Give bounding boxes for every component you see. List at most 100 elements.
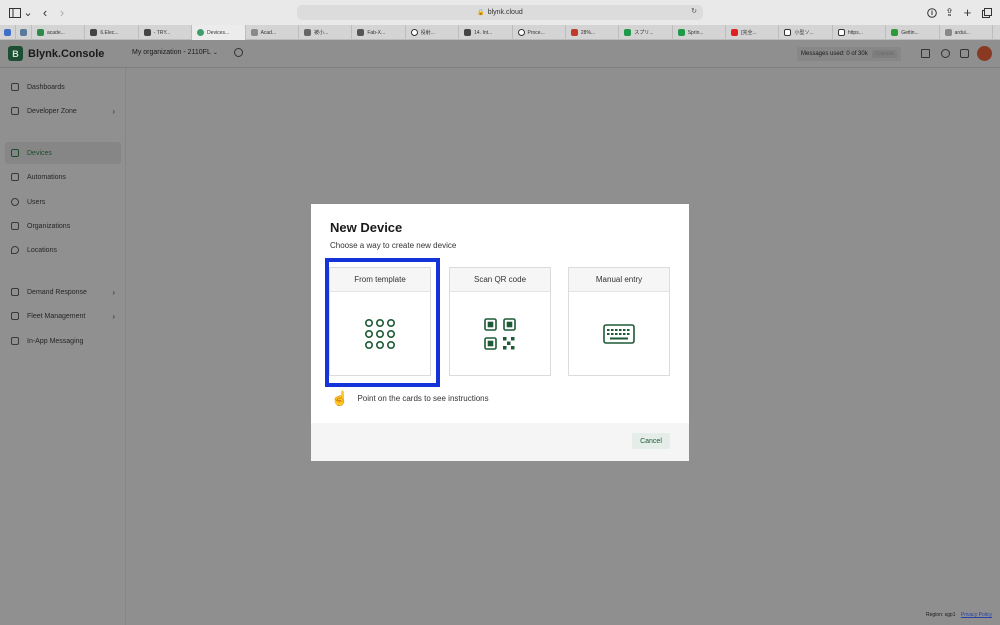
help-icon[interactable] (941, 49, 950, 58)
tab[interactable]: 14. Int... (459, 25, 513, 40)
notifications-icon[interactable] (960, 49, 969, 58)
privacy-policy-link[interactable]: Privacy Policy (961, 612, 992, 618)
card-title: Scan QR code (450, 268, 550, 292)
tab-favicon-icon (37, 29, 44, 36)
tab-favicon-icon (731, 29, 739, 36)
tab-favicon-icon (464, 29, 472, 36)
tab-favicon-icon (143, 29, 151, 36)
tab-overview-icon[interactable] (981, 5, 992, 20)
tab-favicon-icon (357, 29, 365, 36)
sidebar-item-dashboards[interactable]: Dashboards (5, 76, 121, 98)
sidebar-item-label: Locations (27, 246, 57, 254)
scan-qr-card[interactable]: Scan QR code (449, 267, 551, 376)
from-template-card[interactable]: From template (329, 267, 431, 376)
tab-favicon-icon (410, 29, 418, 36)
tab-pinned-1[interactable] (0, 25, 16, 40)
new-device-modal: New Device Choose a way to create new de… (311, 204, 689, 461)
tab-label: Acad... (260, 29, 277, 36)
reload-icon[interactable]: ↻ (691, 7, 697, 15)
messages-usage-text: Messages used: 0 of 30k (801, 51, 868, 57)
messaging-icon (11, 337, 19, 345)
megaphone-icon[interactable] (921, 49, 930, 58)
org-selector[interactable]: My organization - 2110FL ⌄ (132, 49, 218, 56)
sidebar-item-in-app-messaging[interactable]: In-App Messaging (5, 330, 121, 352)
tab-label: acade... (47, 29, 65, 36)
tab[interactable]: https... (833, 25, 887, 40)
tab[interactable]: 6.Elec... (85, 25, 139, 40)
sidebar-toggle-icon[interactable] (8, 5, 22, 20)
card-body (569, 292, 669, 376)
tab[interactable]: 28%... (566, 25, 620, 40)
tab[interactable]: Acad... (246, 25, 299, 40)
tab-favicon-icon (4, 29, 11, 36)
dashboard-icon (11, 83, 19, 91)
sidebar-item-demand-response[interactable]: Demand Response › (5, 281, 121, 303)
share-icon[interactable]: ⇪ (944, 5, 955, 20)
address-bar[interactable]: 🔒 blynk.cloud ↻ (297, 5, 703, 20)
tab[interactable]: Gettin... (886, 25, 940, 40)
tab[interactable]: スプリ... (619, 25, 673, 40)
tab-pinned-2[interactable] (16, 25, 32, 40)
tab[interactable]: 小型ソ... (779, 25, 833, 40)
tab-label: Gettin... (901, 29, 919, 36)
logo[interactable]: B Blynk.Console (8, 46, 104, 61)
cancel-button[interactable]: Cancel (632, 433, 670, 449)
back-icon[interactable]: ‹ (40, 5, 50, 20)
sidebar-item-automations[interactable]: Automations (5, 166, 121, 188)
manual-entry-card[interactable]: Manual entry (568, 267, 670, 376)
tab[interactable]: 役射... (406, 25, 460, 40)
footer: Region: sgp1 Privacy Policy (926, 612, 992, 618)
tab-label: 14. Int... (474, 29, 493, 36)
sidebar-item-developer-zone[interactable]: Developer Zone › (5, 100, 121, 122)
card-body (450, 292, 550, 376)
users-icon (11, 198, 19, 206)
tab-favicon-icon (197, 29, 205, 36)
tab[interactable]: Fab-X... (352, 25, 406, 40)
developer-icon (11, 107, 19, 115)
tab-label: Fab-X... (367, 29, 386, 36)
tab[interactable]: ardui... (940, 25, 994, 40)
modal-subtitle: Choose a way to create new device (330, 241, 457, 250)
forward-icon[interactable]: › (57, 5, 67, 20)
sidebar-item-users[interactable]: Users (5, 191, 121, 213)
download-icon[interactable] (926, 5, 937, 20)
tab-label: スプリ... (634, 30, 654, 36)
chevron-down-icon[interactable]: ⌄ (23, 5, 32, 20)
tab[interactable]: Sprin... (673, 25, 727, 40)
sidebar-item-locations[interactable]: Locations (5, 239, 121, 261)
tab[interactable]: - TRY... (139, 25, 193, 40)
url-text: blynk.cloud (487, 9, 523, 16)
sidebar: Dashboards Developer Zone › Devices Auto… (0, 68, 126, 625)
tab[interactable]: Proce... (513, 25, 566, 40)
org-settings-icon[interactable] (234, 48, 243, 57)
sidebar-item-label: Demand Response (27, 288, 87, 296)
avatar[interactable] (977, 46, 992, 61)
tab-active[interactable]: Devices... (192, 25, 246, 40)
upgrade-button[interactable]: Upgrade (871, 50, 897, 58)
tab[interactable]: acade... (32, 25, 86, 40)
hint-text: Point on the cards to see instructions (357, 394, 489, 403)
sidebar-item-fleet-management[interactable]: Fleet Management › (5, 305, 121, 327)
tab[interactable]: 被小... (299, 25, 353, 40)
tab-favicon-icon (784, 29, 792, 36)
automations-icon (11, 173, 19, 181)
blynk-logo-icon: B (8, 46, 23, 61)
region-text: Region: sgp1 (926, 612, 956, 618)
sidebar-item-organizations[interactable]: Organizations (5, 215, 121, 237)
card-body (330, 292, 430, 376)
sidebar-item-devices[interactable]: Devices (5, 142, 121, 164)
sidebar-item-label: Users (27, 198, 46, 206)
sidebar-item-label: In-App Messaging (27, 337, 84, 345)
new-tab-icon[interactable]: + (962, 5, 973, 20)
tab-favicon-icon (624, 29, 632, 36)
browser-toolbar: ⌄ ‹ › 🔒 blynk.cloud ↻ ⇪ + (0, 0, 1000, 25)
pointer-hand-icon: ☝ (331, 390, 349, 406)
tab-label: 被小... (313, 30, 329, 36)
hint: ☝ Point on the cards to see instructions (331, 390, 489, 407)
tab[interactable]: [完全... (726, 25, 780, 40)
sidebar-item-label: Dashboards (27, 83, 65, 91)
tab-label: [完全... (741, 30, 757, 36)
app-header: B Blynk.Console My organization - 2110FL… (0, 40, 1000, 68)
tab-label: https... (847, 29, 863, 36)
sidebar-item-label: Organizations (27, 222, 71, 230)
